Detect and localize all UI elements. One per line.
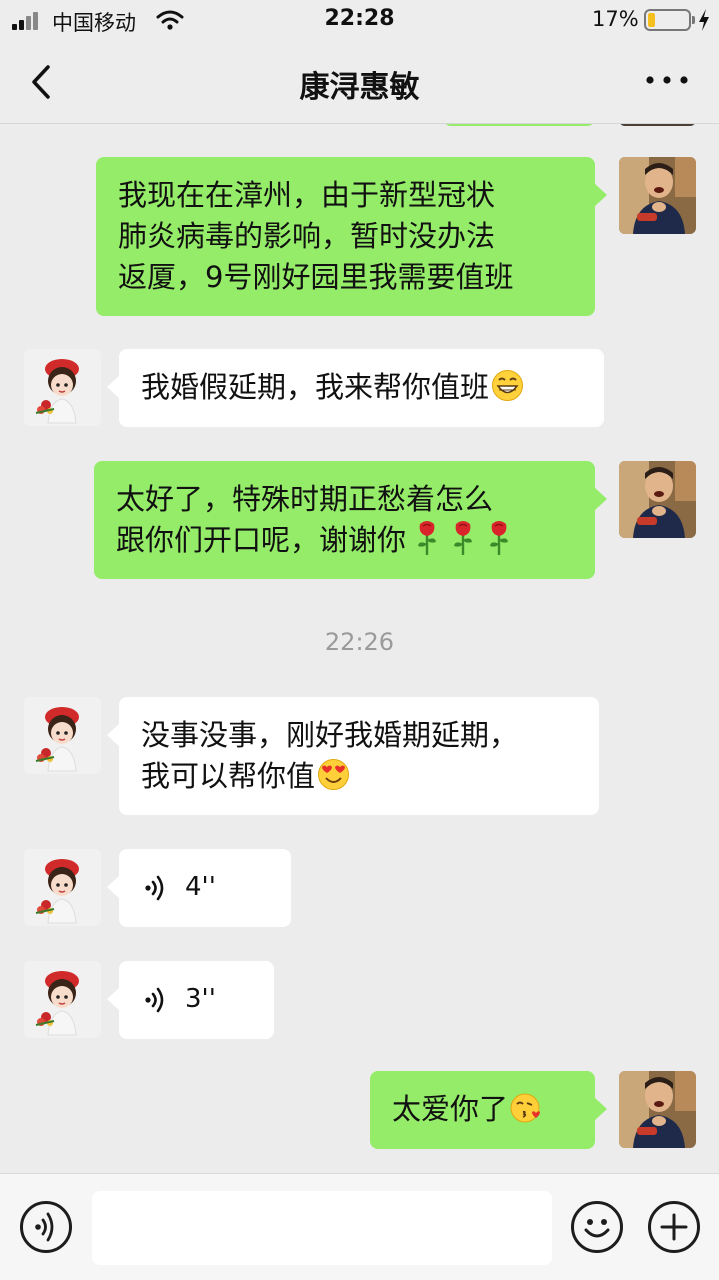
message-text-line: 返厦，9号刚好园里我需要值班 xyxy=(118,260,514,294)
message-bubble[interactable]: 我婚假延期，我来帮你值班 xyxy=(107,349,604,427)
message-bubble[interactable]: 太爱你了 xyxy=(370,1071,607,1149)
message-text-line: 我现在在漳州，由于新型冠状 xyxy=(118,178,496,212)
chat-header: 康浔惠敏 xyxy=(0,40,719,124)
voice-message-bubble[interactable]: 3'' xyxy=(107,961,274,1039)
message-input[interactable] xyxy=(92,1191,552,1265)
contact-avatar[interactable] xyxy=(24,961,101,1038)
message-text-line: 没事没事，刚好我婚期延期， xyxy=(141,718,519,752)
kissing-heart-emoji-icon xyxy=(510,1093,541,1123)
message-timestamp: 22:26 xyxy=(324,628,395,656)
emoji-icon xyxy=(584,1219,610,1238)
battery-cap xyxy=(692,16,695,24)
battery-level-fill xyxy=(648,13,656,27)
voice-wave-icon xyxy=(145,987,164,1013)
more-icon[interactable] xyxy=(644,70,690,90)
rose-emoji-icon xyxy=(418,521,437,555)
previous-message-bubble xyxy=(443,124,595,126)
plus-icon xyxy=(660,1213,688,1241)
rose-emoji-icon xyxy=(454,521,473,555)
charging-icon xyxy=(699,9,709,31)
voice-input-icon xyxy=(35,1212,54,1242)
status-bar: 中国移动 22:28 17% xyxy=(0,0,719,40)
voice-duration: 3'' xyxy=(185,984,216,1014)
voice-input-button[interactable] xyxy=(20,1201,72,1253)
emoji-button[interactable] xyxy=(571,1201,623,1253)
message-text: 太爱你了 xyxy=(392,1092,509,1126)
voice-wave-icon xyxy=(145,875,164,901)
voice-message-bubble[interactable]: 4'' xyxy=(107,849,291,927)
message-text-line: 肺炎病毒的影响，暂时没办法 xyxy=(118,219,496,253)
message-bubble[interactable]: 没事没事，刚好我婚期延期， 我可以帮你值 xyxy=(107,697,599,815)
contact-avatar[interactable] xyxy=(24,697,101,774)
chat-title: 康浔惠敏 xyxy=(299,70,420,105)
heart-eyes-emoji-icon xyxy=(318,759,350,790)
message-bubble[interactable]: 我现在在漳州，由于新型冠状 肺炎病毒的影响，暂时没办法 返厦，9号刚好园里我需要… xyxy=(96,157,607,316)
contact-avatar[interactable] xyxy=(24,849,101,926)
my-avatar[interactable] xyxy=(619,1071,696,1148)
more-functions-button[interactable] xyxy=(648,1201,700,1253)
message-text-line: 我可以帮你值 xyxy=(141,759,316,793)
rose-emoji-icon xyxy=(490,521,509,555)
message-text: 我婚假延期，我来帮你值班 xyxy=(141,370,490,404)
contact-avatar[interactable] xyxy=(24,349,101,426)
message-bubble[interactable]: 太好了，特殊时期正愁着怎么 跟你们开口呢，谢谢你 xyxy=(94,461,607,579)
my-avatar[interactable] xyxy=(619,461,696,538)
voice-duration: 4'' xyxy=(185,872,216,902)
my-avatar[interactable] xyxy=(619,157,696,234)
message-list[interactable]: 我现在在漳州，由于新型冠状 肺炎病毒的影响，暂时没办法 返厦，9号刚好园里我需要… xyxy=(0,124,719,1173)
message-text-line: 太好了，特殊时期正愁着怎么 xyxy=(116,482,494,516)
grinning-emoji-icon xyxy=(492,370,524,401)
battery-icon xyxy=(644,9,691,31)
previous-avatar xyxy=(619,124,696,126)
message-text-line: 跟你们开口呢，谢谢你 xyxy=(116,523,407,557)
input-bar xyxy=(0,1173,719,1280)
battery-percentage: 17% xyxy=(592,7,639,31)
